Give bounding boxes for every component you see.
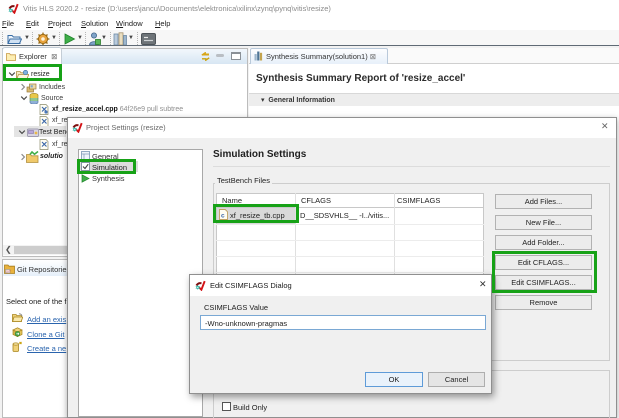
svg-text:GIT: GIT <box>6 270 11 274</box>
